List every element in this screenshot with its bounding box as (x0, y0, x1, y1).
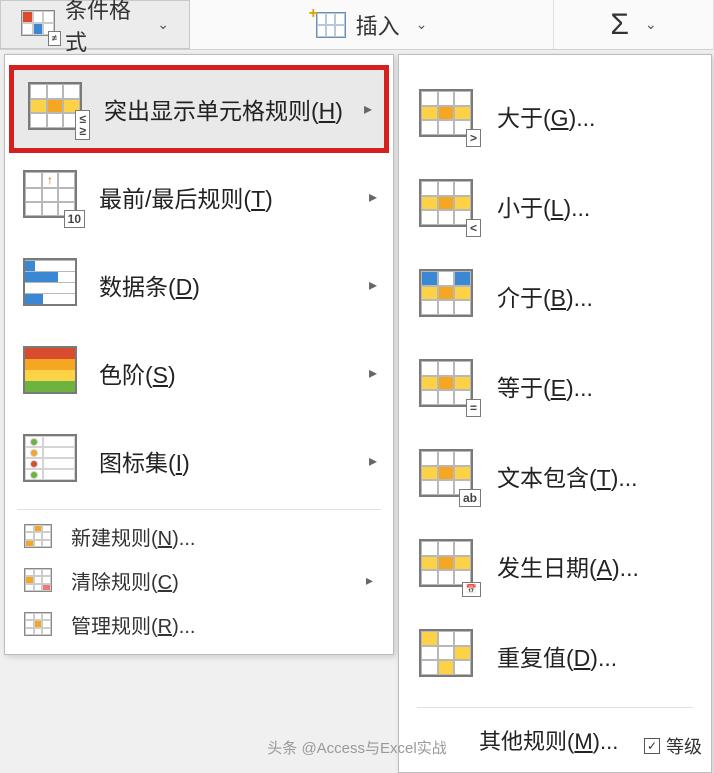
sub-greater-than[interactable]: > 大于(G)... (407, 71, 703, 161)
menu-new-rule-label: 新建规则(N)... (71, 522, 195, 551)
insert-cells-icon (316, 12, 346, 38)
sub-between-label: 介于(B)... (497, 279, 593, 313)
text-contains-icon: ab (419, 449, 477, 503)
icon-sets-icon (23, 434, 81, 488)
greater-than-icon: > (419, 89, 477, 143)
checkbox-icon[interactable]: ✓ (644, 738, 660, 754)
menu-manage-rules[interactable]: 管理规则(R)... (9, 602, 389, 646)
chevron-down-icon: ⌄ (416, 16, 428, 33)
highlight-cells-icon: ≤≥ (28, 82, 86, 136)
equal-to-icon: = (419, 359, 477, 413)
grade-label: 等级 (666, 733, 702, 759)
grade-checkbox-row[interactable]: ✓ 等级 (644, 733, 702, 759)
submenu-arrow-icon: ▸ (364, 99, 372, 119)
menu-divider (17, 509, 381, 510)
submenu-arrow-icon: ▸ (369, 187, 377, 207)
menu-clear-rules[interactable]: 清除规则(C) ▸ (9, 558, 389, 602)
data-bars-icon (23, 258, 81, 312)
sub-equal-to[interactable]: = 等于(E)... (407, 341, 703, 431)
sub-less-than-label: 小于(L)... (497, 189, 590, 223)
menu-top-bottom-label: 最前/最后规则(T) (99, 180, 379, 214)
menu-data-bars[interactable]: 数据条(D) ▸ (9, 241, 389, 329)
watermark-text: 头条 @Access与Excel实战 (0, 737, 714, 758)
clear-rules-icon (23, 566, 53, 594)
submenu-arrow-icon: ▸ (369, 275, 377, 295)
less-than-icon: < (419, 179, 477, 233)
menu-top-bottom-rules[interactable]: ↑ 10 最前/最后规则(T) ▸ (9, 153, 389, 241)
submenu-arrow-icon: ▸ (369, 451, 377, 471)
submenu-arrow-icon: ▸ (366, 572, 373, 589)
sub-less-than[interactable]: < 小于(L)... (407, 161, 703, 251)
conditional-format-button[interactable]: ≠ 条件格式 ⌄ (0, 0, 190, 49)
chevron-down-icon: ⌄ (157, 16, 169, 33)
menu-new-rule[interactable]: 新建规则(N)... (9, 514, 389, 558)
submenu-arrow-icon: ▸ (369, 363, 377, 383)
between-icon (419, 269, 477, 323)
menu-icon-sets-label: 图标集(I) (99, 444, 379, 478)
sub-date-occurring-label: 发生日期(A)... (497, 549, 639, 583)
date-occurring-icon: 📅 (419, 539, 477, 593)
insert-button[interactable]: 插入 ⌄ (190, 0, 554, 49)
sub-text-contains[interactable]: ab 文本包含(T)... (407, 431, 703, 521)
sigma-icon: Σ (610, 8, 629, 42)
new-rule-icon (23, 522, 53, 550)
sub-between[interactable]: 介于(B)... (407, 251, 703, 341)
menu-highlight-label: 突出显示单元格规则(H) (104, 92, 374, 126)
submenu-divider (417, 707, 693, 708)
highlight-rules-submenu: > 大于(G)... < 小于(L)... 介于(B)... = 等于(E)..… (398, 54, 712, 773)
menu-manage-rules-label: 管理规则(R)... (71, 610, 195, 639)
color-scales-icon (23, 346, 81, 400)
sub-date-occurring[interactable]: 📅 发生日期(A)... (407, 521, 703, 611)
conditional-format-icon: ≠ (21, 10, 55, 40)
conditional-format-menu: ≤≥ 突出显示单元格规则(H) ▸ ↑ 10 最前/最后规则(T) ▸ 数据条(… (4, 54, 394, 655)
sub-text-contains-label: 文本包含(T)... (497, 459, 638, 493)
manage-rules-icon (23, 610, 53, 638)
menu-icon-sets[interactable]: 图标集(I) ▸ (9, 417, 389, 505)
sub-greater-than-label: 大于(G)... (497, 99, 595, 133)
menu-highlight-rules[interactable]: ≤≥ 突出显示单元格规则(H) ▸ (9, 65, 389, 153)
toolbar: ≠ 条件格式 ⌄ 插入 ⌄ Σ ⌄ (0, 0, 714, 50)
menu-data-bars-label: 数据条(D) (99, 268, 379, 302)
sub-equal-to-label: 等于(E)... (497, 369, 593, 403)
menu-clear-rules-label: 清除规则(C) (71, 566, 179, 595)
menu-color-scales-label: 色阶(S) (99, 356, 379, 390)
autosum-button[interactable]: Σ ⌄ (554, 0, 714, 49)
duplicate-values-icon (419, 629, 477, 683)
chevron-down-icon: ⌄ (645, 16, 657, 33)
top-bottom-icon: ↑ 10 (23, 170, 81, 224)
insert-label: 插入 (356, 9, 400, 41)
sub-duplicate-values-label: 重复值(D)... (497, 639, 617, 673)
menu-color-scales[interactable]: 色阶(S) ▸ (9, 329, 389, 417)
sub-duplicate-values[interactable]: 重复值(D)... (407, 611, 703, 701)
conditional-format-label: 条件格式 (65, 0, 141, 57)
